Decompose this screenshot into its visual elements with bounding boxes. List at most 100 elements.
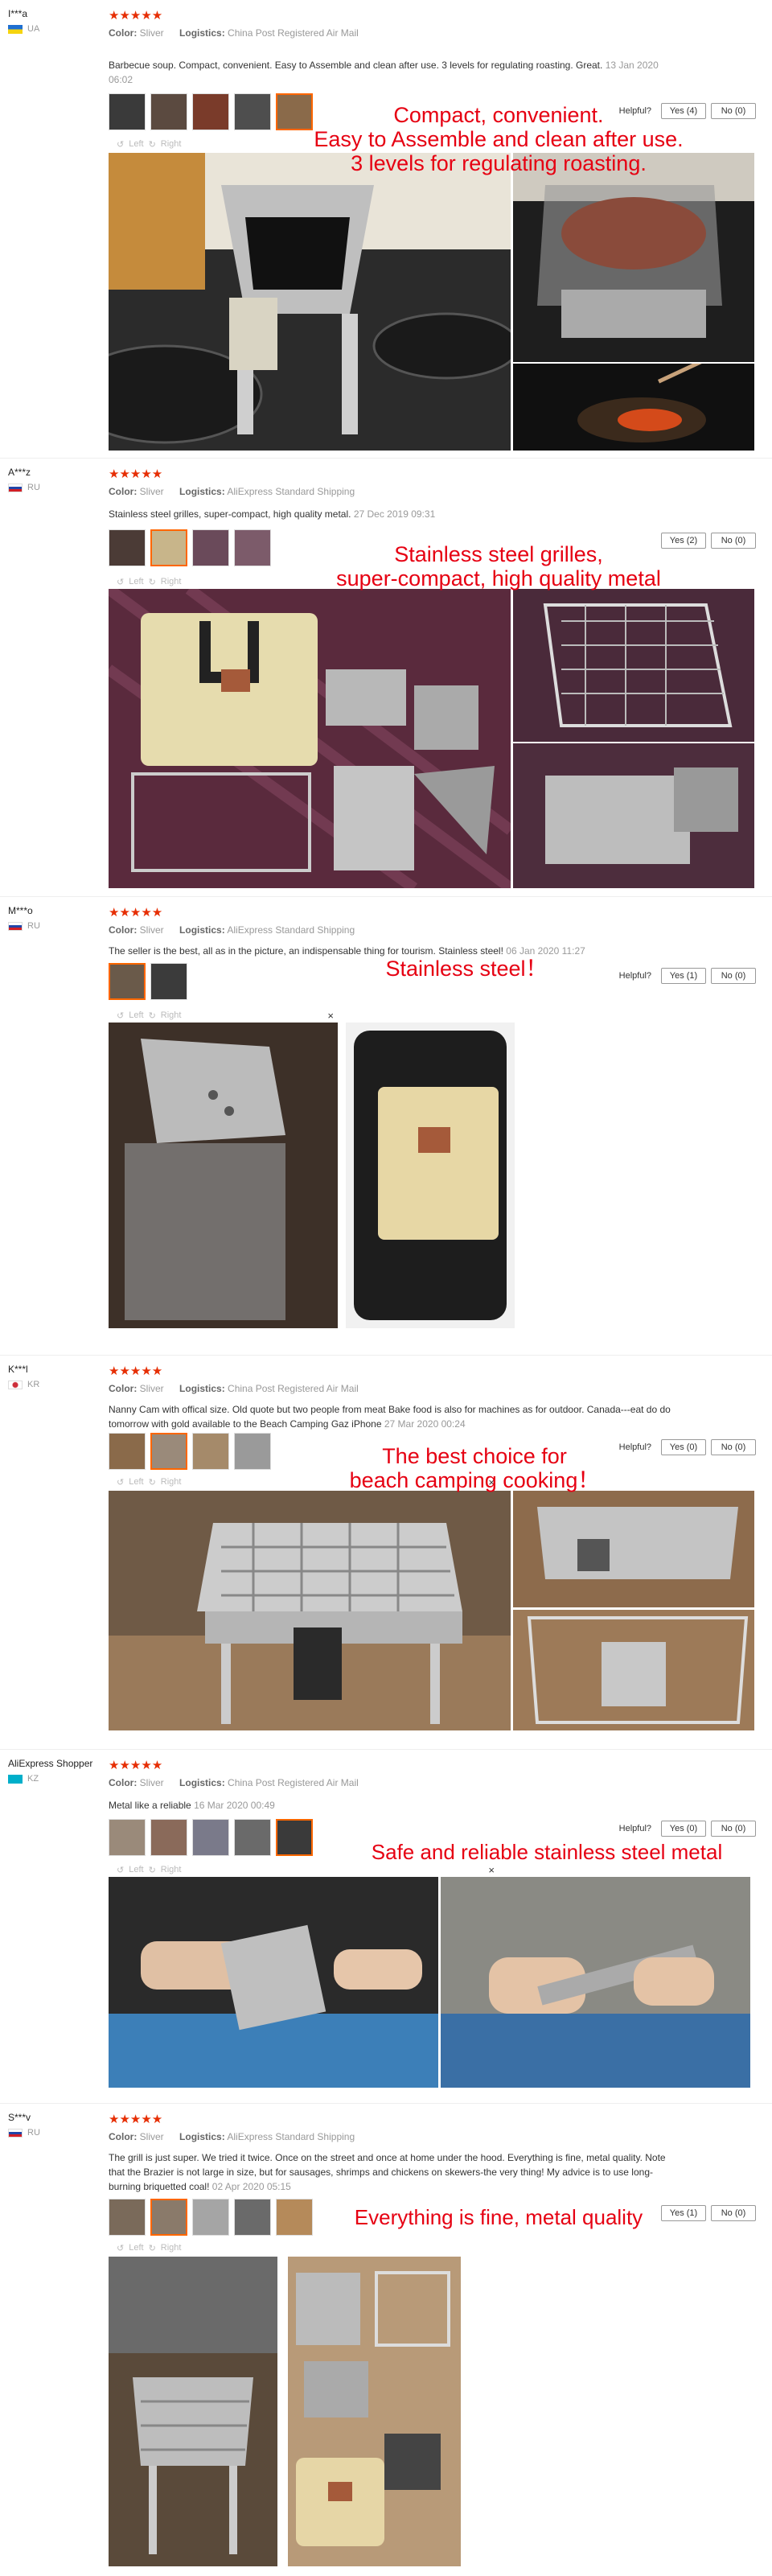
helpful-yes-button[interactable]: Yes (0): [661, 1821, 706, 1837]
thumbnail[interactable]: [150, 963, 187, 1000]
reviewer-country: KZ: [8, 1774, 39, 1784]
flag-ru-icon: [8, 483, 23, 492]
review-enlarged-image[interactable]: [109, 1023, 338, 1328]
review-side-image[interactable]: [441, 1877, 750, 2088]
rotate-left-label[interactable]: Left: [129, 1477, 143, 1487]
review-4: K***l KR ★★★★★ Color: Sliver Logistics: …: [0, 1356, 772, 1750]
thumbnail-selected[interactable]: [150, 1433, 187, 1470]
thumbnail[interactable]: [192, 529, 229, 566]
thumbnail-strip: [109, 93, 313, 130]
rotate-left-label[interactable]: Left: [129, 2243, 143, 2253]
helpful-no-button[interactable]: No (0): [711, 533, 756, 549]
logistics-value: China Post Registered Air Mail: [228, 1383, 359, 1394]
thumbnail[interactable]: [192, 1433, 229, 1470]
review-side-image-bottom[interactable]: [513, 364, 754, 451]
reviewer-name: S***v: [8, 2112, 31, 2123]
thumbnail-selected[interactable]: [150, 2199, 187, 2236]
review-side-image-bottom[interactable]: [513, 1610, 754, 1730]
helpful-no-button[interactable]: No (0): [711, 2205, 756, 2221]
thumbnail[interactable]: [234, 93, 271, 130]
promo-caption: Compact, convenient. Easy to Assemble an…: [314, 103, 684, 175]
logistics-label: Logistics:: [179, 924, 225, 936]
review-enlarged-image[interactable]: [109, 153, 511, 451]
rotate-left-icon[interactable]: ↺: [117, 2243, 124, 2253]
review-enlarged-image[interactable]: [109, 2257, 277, 2566]
thumbnail-strip: [109, 529, 271, 566]
thumbnail[interactable]: [234, 1433, 271, 1470]
helpful-yes-button[interactable]: Yes (0): [661, 1439, 706, 1455]
thumbnail[interactable]: [192, 1819, 229, 1856]
review-3: M***o RU ★★★★★ Color: Sliver Logistics: …: [0, 897, 772, 1356]
rotate-left-icon[interactable]: ↺: [117, 1865, 124, 1875]
rotate-right-label[interactable]: Right: [161, 2243, 182, 2253]
country-code: UA: [27, 24, 40, 34]
rotate-left-label[interactable]: Left: [129, 1010, 143, 1020]
thumbnail[interactable]: [109, 93, 146, 130]
photo-grill-under-hood: [109, 2257, 277, 2566]
thumbnail-selected[interactable]: [276, 1819, 313, 1856]
rotate-left-label[interactable]: Left: [129, 139, 143, 149]
color-label: Color:: [109, 2131, 138, 2142]
star-rating: ★★★★★: [109, 467, 163, 481]
thumbnail[interactable]: [109, 2199, 146, 2236]
rotate-left-icon[interactable]: ↺: [117, 577, 124, 587]
review-side-image-top[interactable]: [513, 589, 754, 742]
review-side-image-bottom[interactable]: [513, 743, 754, 888]
rotate-right-label[interactable]: Right: [161, 1865, 182, 1874]
thumbnail-selected[interactable]: [150, 529, 187, 566]
rotate-right-icon[interactable]: ↻: [149, 577, 156, 587]
rotate-left-label[interactable]: Left: [129, 577, 143, 586]
rotate-left-icon[interactable]: ↺: [117, 1010, 124, 1021]
rotate-left-icon[interactable]: ↺: [117, 1477, 124, 1488]
review-side-image-top[interactable]: [513, 153, 754, 362]
rotate-right-icon[interactable]: ↻: [149, 2243, 156, 2253]
thumbnail[interactable]: [276, 2199, 313, 2236]
rotate-right-label[interactable]: Right: [161, 1010, 182, 1020]
helpful-yes-button[interactable]: Yes (1): [661, 968, 706, 984]
review-side-image-top[interactable]: [513, 1491, 754, 1607]
thumbnail[interactable]: [150, 1819, 187, 1856]
close-image-icon[interactable]: ×: [327, 1010, 334, 1022]
helpful-no-button[interactable]: No (0): [711, 968, 756, 984]
reviewer-name: M***o: [8, 905, 33, 916]
thumbnail-selected[interactable]: [109, 963, 146, 1000]
color-value: Sliver: [139, 486, 164, 497]
photo-grill-closeup: [513, 1491, 754, 1607]
review-body: Barbecue soup. Compact, convenient. Easy…: [109, 60, 603, 71]
rotate-right-icon[interactable]: ↻: [149, 1010, 156, 1021]
country-code: KR: [27, 1380, 40, 1389]
rotate-left-label[interactable]: Left: [129, 1865, 143, 1874]
thumbnail[interactable]: [192, 93, 229, 130]
thumbnail[interactable]: [109, 529, 146, 566]
thumbnail[interactable]: [109, 1433, 146, 1470]
logistics-value: China Post Registered Air Mail: [228, 1777, 359, 1788]
rotate-right-icon[interactable]: ↻: [149, 139, 156, 150]
logistics-value: AliExpress Standard Shipping: [227, 924, 355, 936]
review-side-image[interactable]: [288, 2257, 461, 2566]
helpful-no-button[interactable]: No (0): [711, 1821, 756, 1837]
review-enlarged-image[interactable]: [109, 1491, 511, 1730]
thumbnail[interactable]: [192, 2199, 229, 2236]
rotate-right-label[interactable]: Right: [161, 1477, 182, 1487]
country-code: RU: [27, 2128, 40, 2138]
promo-caption: Stainless steel grilles, super-compact, …: [336, 542, 661, 591]
thumbnail[interactable]: [150, 93, 187, 130]
color-label: Color:: [109, 1777, 138, 1788]
rotate-right-label[interactable]: Right: [161, 139, 182, 149]
helpful-no-button[interactable]: No (0): [711, 103, 756, 119]
thumbnail[interactable]: [109, 1819, 146, 1856]
helpful-no-button[interactable]: No (0): [711, 1439, 756, 1455]
thumbnail[interactable]: [234, 2199, 271, 2236]
image-rotate-bar: ↺ Left ↻ Right: [109, 2242, 277, 2253]
rotate-left-icon[interactable]: ↺: [117, 139, 124, 150]
review-side-image[interactable]: [346, 1023, 515, 1328]
review-date: 06 Jan 2020 11:27: [506, 945, 585, 957]
rotate-right-icon[interactable]: ↻: [149, 1865, 156, 1875]
close-image-icon[interactable]: ×: [488, 1864, 495, 1876]
thumbnail[interactable]: [234, 1819, 271, 1856]
rotate-right-label[interactable]: Right: [161, 577, 182, 586]
review-enlarged-image[interactable]: [109, 589, 511, 888]
review-enlarged-image[interactable]: [109, 1877, 438, 2088]
rotate-right-icon[interactable]: ↻: [149, 1477, 156, 1488]
thumbnail[interactable]: [234, 529, 271, 566]
